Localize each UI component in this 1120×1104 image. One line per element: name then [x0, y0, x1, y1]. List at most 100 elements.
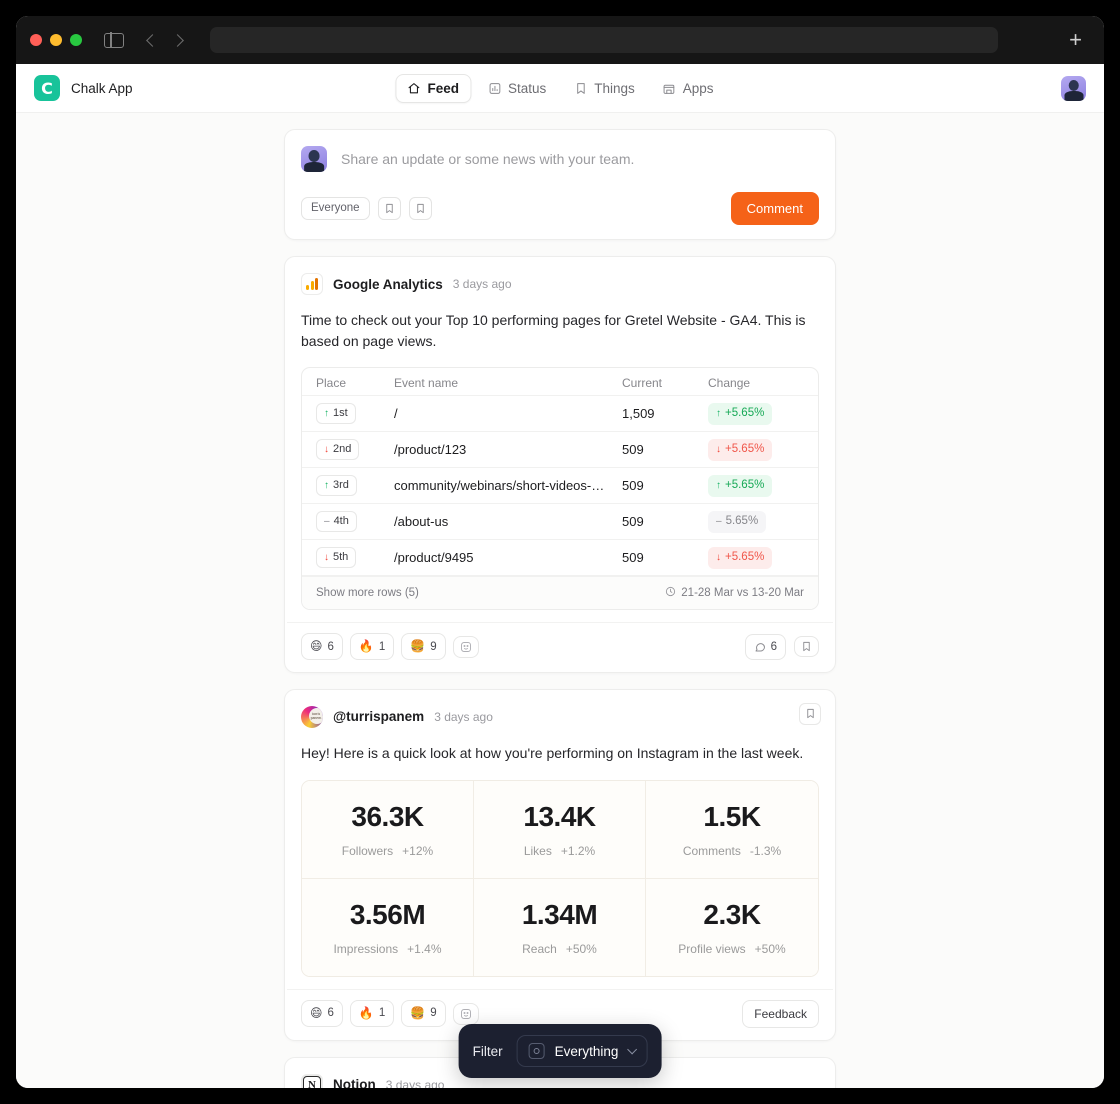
stat-meta: Likes +1.2%: [482, 844, 637, 858]
stat-delta: +50%: [754, 941, 786, 956]
reaction-emoji: 🍔: [410, 639, 426, 654]
tab-feed[interactable]: Feed: [395, 73, 471, 103]
tab-status[interactable]: Status: [477, 75, 557, 102]
post-bookmark-button[interactable]: [799, 702, 821, 725]
column-header-current: Current: [622, 375, 663, 390]
table-row[interactable]: – 4th /about-us 509 – 5.65%: [302, 504, 818, 541]
add-reaction-button[interactable]: [452, 1002, 479, 1025]
post-bookmark-button[interactable]: [794, 636, 819, 658]
comment-button[interactable]: Comment: [730, 192, 819, 225]
arrow-up-icon: ↑: [324, 479, 329, 491]
post-header: turris panem @turrispanem 3 days ago: [301, 705, 819, 728]
tab-apps-label: Apps: [682, 80, 714, 96]
reaction-emoji: 🔥: [358, 1006, 374, 1021]
back-icon[interactable]: [146, 33, 159, 47]
comment-count: 6: [770, 640, 777, 653]
place-label: 1st: [333, 407, 348, 420]
close-window-button[interactable]: [30, 34, 42, 46]
show-more-rows-button[interactable]: Show more rows (5): [316, 587, 419, 599]
instagram-stats-grid: 36.3K Followers +12% 13.4K Likes +1.2% 1…: [301, 779, 819, 977]
table-row[interactable]: ↓ 2nd /product/123 509 ↓ +5.65%: [302, 432, 818, 469]
post-reactions: 😄 6 🔥 1 🍔 9 6: [287, 622, 833, 672]
tab-status-label: Status: [507, 80, 547, 96]
stat-value: 3.56M: [349, 898, 426, 930]
maximize-window-button[interactable]: [70, 34, 82, 46]
change-badge: – 5.65%: [708, 510, 767, 533]
reaction-button[interactable]: 🔥 1: [349, 1000, 395, 1027]
arrow-up-icon: ↑: [324, 407, 329, 419]
table-row[interactable]: ↑ 3rd community/webinars/short-videos-… …: [302, 468, 818, 505]
address-bar[interactable]: [210, 27, 998, 53]
avatar-face-icon: [301, 146, 327, 172]
stat-delta: +50%: [565, 941, 597, 956]
post-body: Hey! Here is a quick look at how you're …: [301, 744, 804, 761]
table-row[interactable]: ↑ 1st / 1,509 ↑ +5.65%: [302, 396, 818, 433]
composer-save-button[interactable]: [408, 197, 432, 220]
arrow-up-icon: ↑: [716, 479, 721, 491]
stat-label: Impressions: [333, 941, 399, 956]
brand[interactable]: C Chalk App: [34, 75, 133, 101]
stat-cell: 2.3K Profile views +50%: [646, 878, 818, 976]
new-tab-button[interactable]: +: [1069, 29, 1090, 51]
change-value: +5.65%: [725, 478, 765, 491]
stat-value: 13.4K: [523, 800, 596, 832]
composer-bookmark-button[interactable]: [377, 197, 401, 220]
post-timestamp: 3 days ago: [434, 709, 493, 724]
reaction-emoji: 😄: [310, 639, 323, 654]
stat-cell: 36.3K Followers +12%: [302, 780, 474, 879]
reaction-button[interactable]: 🔥 1: [349, 633, 395, 660]
composer-input[interactable]: [341, 151, 819, 167]
arrow-down-icon: ↓: [716, 443, 721, 455]
tab-apps[interactable]: Apps: [652, 75, 725, 102]
event-name: /product/9495: [394, 550, 474, 566]
comments-button[interactable]: 6: [744, 633, 786, 660]
place-badge: ↓ 2nd: [316, 439, 360, 461]
arrow-down-icon: ↓: [716, 551, 721, 563]
minimize-window-button[interactable]: [50, 34, 62, 46]
stat-label: Comments: [682, 843, 741, 858]
traffic-lights: [30, 34, 82, 46]
post-content: Google Analytics 3 days ago Time to chec…: [285, 257, 835, 622]
reaction-button[interactable]: 😄 6: [301, 633, 343, 660]
change-value: +5.65%: [725, 406, 765, 419]
event-name: /about-us: [394, 514, 449, 530]
add-reaction-button[interactable]: [452, 635, 479, 658]
post-header: Google Analytics 3 days ago: [301, 273, 819, 295]
feedback-button[interactable]: Feedback: [742, 999, 819, 1028]
forward-icon[interactable]: [171, 33, 184, 47]
reaction-button[interactable]: 🍔 9: [401, 633, 446, 660]
stat-value: 36.3K: [351, 800, 424, 832]
feed-list: Everyone Comment: [284, 113, 836, 1088]
change-value: +5.65%: [725, 550, 765, 563]
change-badge: ↑ +5.65%: [708, 402, 773, 425]
table-row[interactable]: ↓ 5th /product/9495 509 ↓ +5.65%: [302, 540, 818, 577]
post-google-analytics: Google Analytics 3 days ago Time to chec…: [284, 256, 836, 673]
place-label: 5th: [333, 551, 349, 564]
stat-cell: 1.5K Comments -1.3%: [646, 780, 818, 879]
avatar[interactable]: [1061, 75, 1086, 101]
post-timestamp: 3 days ago: [452, 277, 512, 291]
audience-selector[interactable]: Everyone: [301, 196, 370, 221]
change-badge: ↑ +5.65%: [708, 474, 773, 497]
everything-icon: [528, 1043, 545, 1059]
stat-value: 2.3K: [703, 898, 761, 930]
place-badge: ↑ 3rd: [316, 475, 357, 497]
tab-feed-label: Feed: [427, 80, 459, 96]
reaction-button[interactable]: 🍔 9: [401, 1000, 446, 1027]
reaction-count: 9: [430, 640, 437, 653]
current-value: 509: [622, 478, 644, 494]
post-author: Notion: [333, 1077, 376, 1088]
reaction-button[interactable]: 😄 6: [301, 1000, 343, 1027]
chalk-logo-icon: C: [34, 75, 60, 101]
composer-avatar: [301, 146, 327, 172]
filter-select[interactable]: Everything: [516, 1035, 648, 1067]
current-value: 1,509: [622, 406, 655, 422]
sidebar-toggle-icon[interactable]: [104, 32, 124, 48]
place-badge: – 4th: [316, 511, 357, 533]
stat-delta: -1.3%: [749, 843, 782, 858]
table-header-row: Place Event name Current Change: [302, 368, 818, 397]
composer-top: [301, 146, 819, 172]
clock-icon: [665, 586, 676, 600]
tab-things[interactable]: Things: [563, 75, 646, 102]
stat-meta: Followers +12%: [310, 844, 465, 858]
